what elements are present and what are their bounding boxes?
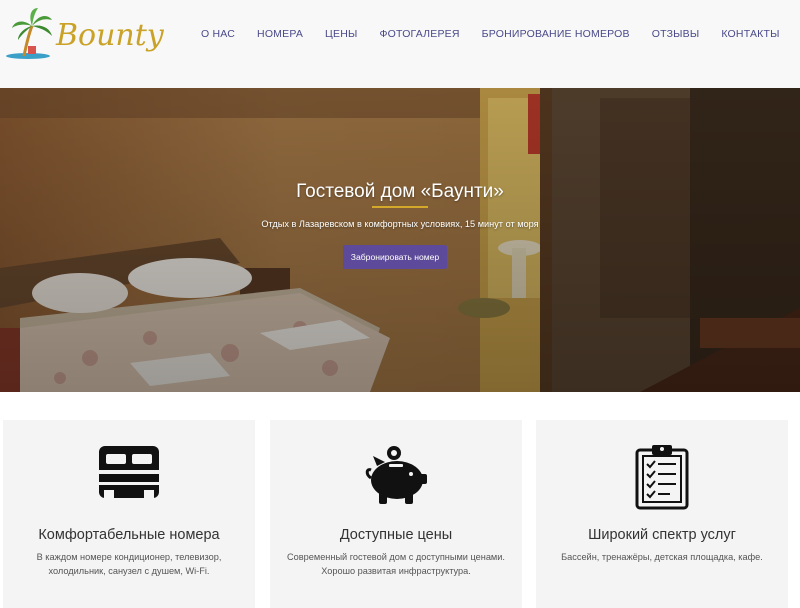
- nav-item-gallery[interactable]: ФОТОГАЛЕРЕЯ: [380, 28, 460, 40]
- piggy-bank-icon: [365, 446, 427, 504]
- nav-item-booking[interactable]: БРОНИРОВАНИЕ НОМЕРОВ: [482, 28, 630, 40]
- nav-item-contacts[interactable]: КОНТАКТЫ: [721, 28, 779, 40]
- hero-title: Гостевой дом «Баунти»: [296, 181, 504, 202]
- hero-title-underline: [372, 206, 428, 208]
- nav-item-rooms[interactable]: НОМЕРА: [257, 28, 303, 40]
- feature-text: Бассейн, тренажёры, детская площадка, ка…: [561, 552, 763, 562]
- logo[interactable]: Bounty: [2, 6, 164, 66]
- nav-item-about[interactable]: О НАС: [201, 28, 235, 40]
- bed-icon: [99, 446, 159, 498]
- feature-card-prices: Доступные цены Современный гостевой дом …: [270, 420, 522, 608]
- book-room-button[interactable]: Забронировать номер: [343, 245, 447, 269]
- palm-logo-icon: [6, 8, 52, 59]
- hero-banner: Гостевой дом «Баунти» Отдых в Лазаревско…: [0, 88, 800, 392]
- clipboard-list-icon: [635, 445, 689, 510]
- feature-title: Доступные цены: [339, 527, 453, 543]
- feature-title: Широкий спектр услуг: [588, 527, 736, 543]
- feature-text: В каждом номере кондиционер, телевизор, …: [36, 552, 222, 576]
- nav-item-reviews[interactable]: ОТЗЫВЫ: [652, 28, 700, 40]
- hero-room-photo: [0, 88, 800, 392]
- main-nav: О НАС НОМЕРА ЦЕНЫ ФОТОГАЛЕРЕЯ БРОНИРОВАН…: [190, 28, 791, 40]
- feature-card-services: Широкий спектр услуг Бассейн, тренажёры,…: [536, 420, 788, 608]
- logo-text: Bounty: [56, 18, 164, 53]
- feature-title: Комфортабельные номера: [38, 527, 220, 543]
- features-section: Комфортабельные номера В каждом номере к…: [0, 392, 800, 608]
- site-header: Bounty О НАС НОМЕРА ЦЕНЫ ФОТОГАЛЕРЕЯ БРО…: [0, 0, 800, 88]
- hero-subtitle: Отдых в Лазаревском в комфортных условия…: [261, 219, 539, 229]
- feature-text: Современный гостевой дом с доступными це…: [287, 552, 505, 576]
- feature-card-rooms: Комфортабельные номера В каждом номере к…: [3, 420, 255, 608]
- nav-item-prices[interactable]: ЦЕНЫ: [325, 28, 357, 40]
